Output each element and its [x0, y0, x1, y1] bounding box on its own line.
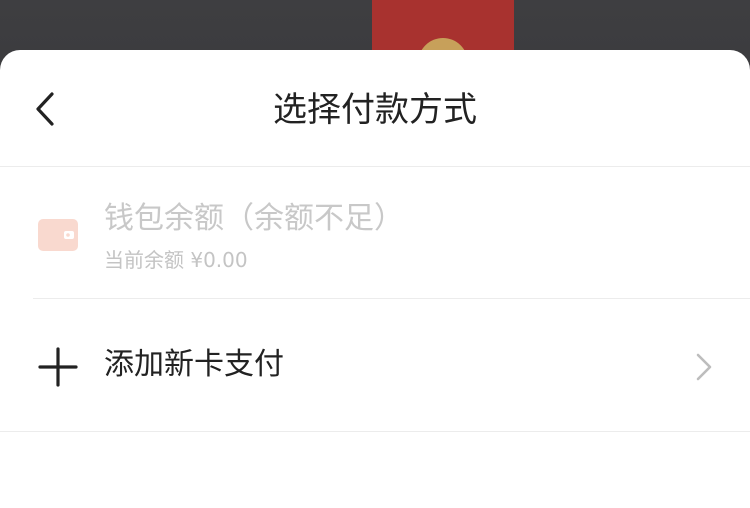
plus-icon: [38, 347, 78, 387]
payment-option-add-card[interactable]: 添加新卡支付: [0, 299, 750, 432]
sheet-title: 选择付款方式: [273, 90, 477, 130]
wallet-icon: [38, 219, 78, 251]
sheet-header: 选择付款方式: [0, 50, 750, 167]
payment-method-sheet: 选择付款方式 钱包余额（余额不足） 当前余额 ¥0.00 添加新卡支付: [0, 50, 750, 508]
add-card-label: 添加新卡支付: [104, 347, 284, 382]
payment-option-wallet: 钱包余额（余额不足） 当前余额 ¥0.00: [0, 167, 750, 299]
chevron-right-icon: [696, 353, 712, 381]
wallet-balance-title: 钱包余额（余额不足）: [104, 201, 404, 236]
wallet-balance-amount: 当前余额 ¥0.00: [104, 248, 248, 272]
